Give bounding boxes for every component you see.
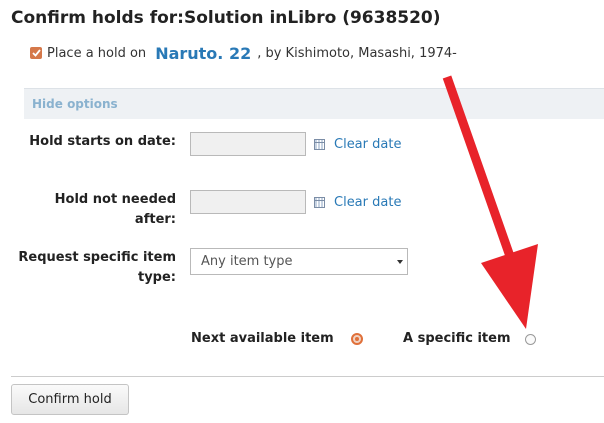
specific-item-radio[interactable] (525, 334, 536, 345)
item-type-select[interactable]: Any item type (190, 248, 408, 275)
hold-starts-input[interactable] (190, 132, 306, 156)
author-text: , by Kishimoto, Masashi, 1974- (257, 45, 457, 61)
calendar-icon[interactable] (314, 197, 325, 208)
place-hold-checkbox[interactable] (30, 47, 42, 59)
clear-start-date-link[interactable]: Clear date (334, 137, 401, 152)
chevron-down-icon (397, 260, 403, 264)
next-available-label[interactable]: Next available item (191, 331, 334, 346)
hold-starts-label: Hold starts on date: (29, 134, 176, 149)
title-link[interactable]: Naruto. 22 (155, 44, 251, 63)
place-hold-label: Place a hold on (47, 45, 147, 61)
confirm-hold-button[interactable]: Confirm hold (11, 384, 129, 415)
item-type-label: Request specific item type: (18, 250, 176, 285)
options-panel: Hide options (24, 88, 604, 119)
hold-expiration-input[interactable] (190, 190, 306, 214)
hold-line: Place a hold on Naruto. 22 , by Kishimot… (30, 42, 457, 64)
item-type-selected: Any item type (201, 254, 293, 269)
calendar-icon[interactable] (314, 139, 325, 150)
specific-item-label[interactable]: A specific item (403, 331, 511, 346)
checkmark-icon (31, 49, 41, 57)
divider (11, 376, 604, 377)
arrowhead (481, 244, 538, 329)
page-title: Confirm holds for:Solution inLibro (9638… (11, 8, 441, 28)
hide-options-link[interactable]: Hide options (32, 97, 118, 111)
next-available-radio[interactable] (351, 333, 363, 345)
clear-expiration-date-link[interactable]: Clear date (334, 195, 401, 210)
hold-not-needed-label: Hold not needed after: (54, 192, 176, 227)
